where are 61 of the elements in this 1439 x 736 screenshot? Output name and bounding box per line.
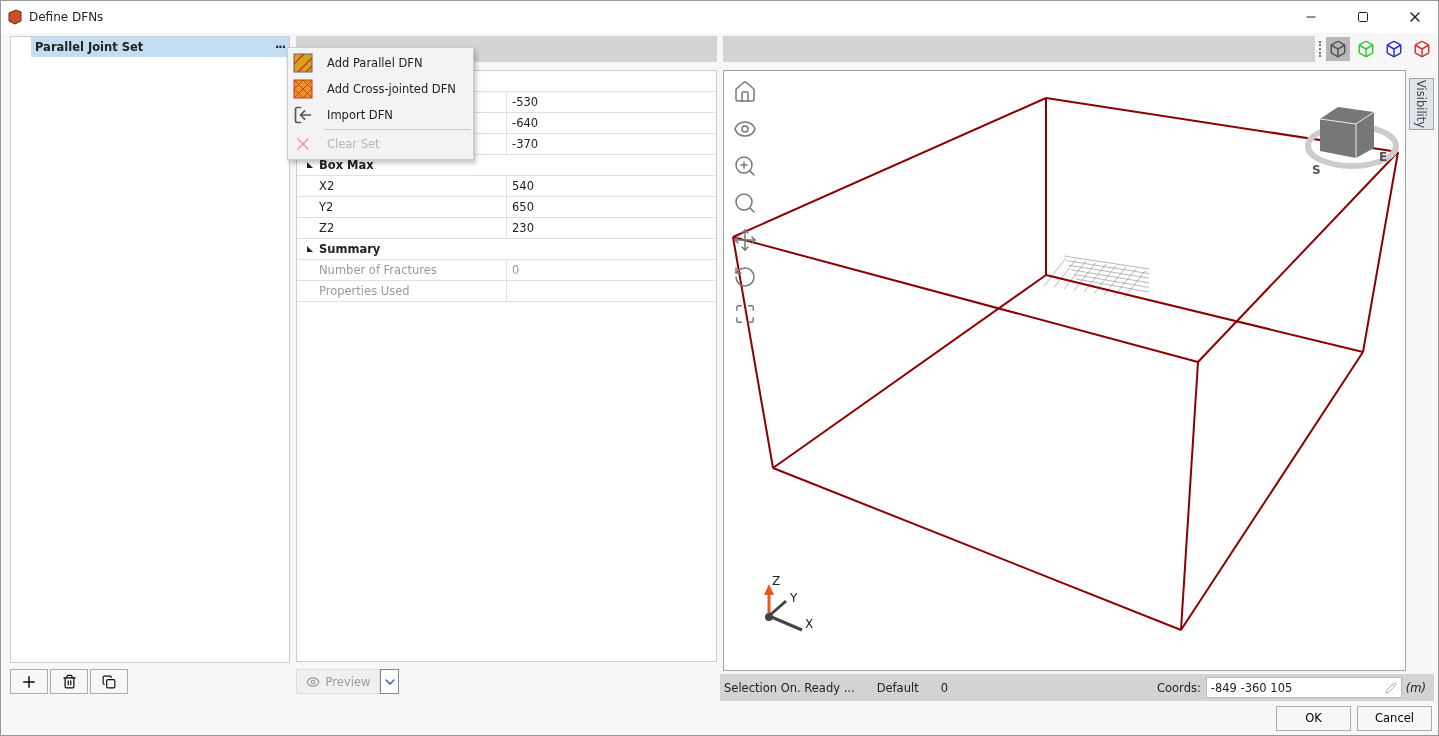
dropdown-button[interactable] bbox=[380, 669, 399, 694]
status-text: Selection On. Ready ... bbox=[724, 680, 855, 695]
compass-label: E bbox=[1379, 150, 1388, 164]
import-icon bbox=[293, 105, 313, 125]
copy-icon bbox=[102, 674, 116, 689]
property-value: -530 bbox=[512, 95, 539, 109]
home-button[interactable] bbox=[732, 79, 758, 105]
property-value: -370 bbox=[512, 137, 539, 151]
pan-button[interactable] bbox=[732, 227, 758, 253]
view-button[interactable] bbox=[1326, 37, 1350, 61]
property-value: 540 bbox=[512, 179, 534, 193]
coords-label: Coords: bbox=[1157, 680, 1201, 695]
trash-icon bbox=[61, 674, 77, 689]
compass-label: S bbox=[1312, 163, 1321, 177]
crosshatched-square-icon bbox=[293, 79, 313, 99]
property-value: -640 bbox=[512, 116, 539, 130]
property-name: Z2 bbox=[319, 221, 335, 235]
cube-icon bbox=[1329, 40, 1347, 58]
rotate-button[interactable] bbox=[732, 264, 758, 290]
axis-label: X bbox=[805, 617, 814, 631]
tree-item-label: Parallel Joint Set bbox=[35, 40, 144, 54]
property-name: Y2 bbox=[319, 200, 334, 214]
copy-button[interactable] bbox=[90, 669, 128, 694]
visibility-tab[interactable]: Visibility bbox=[1409, 78, 1434, 130]
more-button[interactable]: ··· bbox=[274, 40, 285, 54]
expander-icon[interactable] bbox=[307, 246, 313, 252]
tree-item[interactable]: Parallel Joint Set ··· bbox=[31, 37, 289, 57]
cube-icon bbox=[1385, 40, 1403, 58]
dialog-button[interactable]: Cancel bbox=[1357, 705, 1432, 731]
property-name: Properties Used bbox=[319, 284, 410, 298]
window-title: Define DFNs bbox=[29, 10, 105, 24]
axis-triad-drawing bbox=[764, 584, 803, 632]
menu-item[interactable]: Import DFN bbox=[288, 102, 473, 128]
search-button[interactable] bbox=[732, 190, 758, 216]
axis-label: Y bbox=[790, 591, 798, 605]
property-value: 0 bbox=[512, 263, 520, 277]
coords-field[interactable]: -849 -360 105 bbox=[1205, 677, 1402, 698]
status-text: 0 bbox=[940, 680, 948, 695]
menu-item[interactable]: Add Parallel DFN bbox=[288, 50, 473, 76]
pencil-icon bbox=[1384, 681, 1397, 694]
app-icon bbox=[7, 9, 23, 25]
cube-icon bbox=[1413, 40, 1431, 58]
add-button[interactable] bbox=[10, 669, 48, 694]
dialog-button[interactable]: OK bbox=[1276, 705, 1351, 731]
cube-icon bbox=[1357, 40, 1375, 58]
property-name: X2 bbox=[319, 179, 335, 193]
group-title: Box Max bbox=[319, 158, 374, 172]
3d-viewport[interactable]: S E Z Y X bbox=[723, 70, 1406, 671]
hatched-square-icon bbox=[293, 53, 313, 73]
zoom-window-button[interactable] bbox=[732, 153, 758, 179]
property-value: 650 bbox=[512, 200, 534, 214]
eye-icon bbox=[305, 674, 320, 689]
property-value: 230 bbox=[512, 221, 534, 235]
axis-label: Z bbox=[772, 574, 781, 588]
status-text: Default bbox=[876, 680, 919, 695]
menu-item[interactable]: Add Cross-jointed DFN bbox=[288, 76, 473, 102]
delete-button[interactable] bbox=[50, 669, 88, 694]
property-name: Number of Fractures bbox=[319, 263, 437, 277]
group-title: Summary bbox=[319, 242, 381, 256]
units-label: (m) bbox=[1405, 680, 1426, 695]
maximize-icon bbox=[1357, 11, 1369, 23]
